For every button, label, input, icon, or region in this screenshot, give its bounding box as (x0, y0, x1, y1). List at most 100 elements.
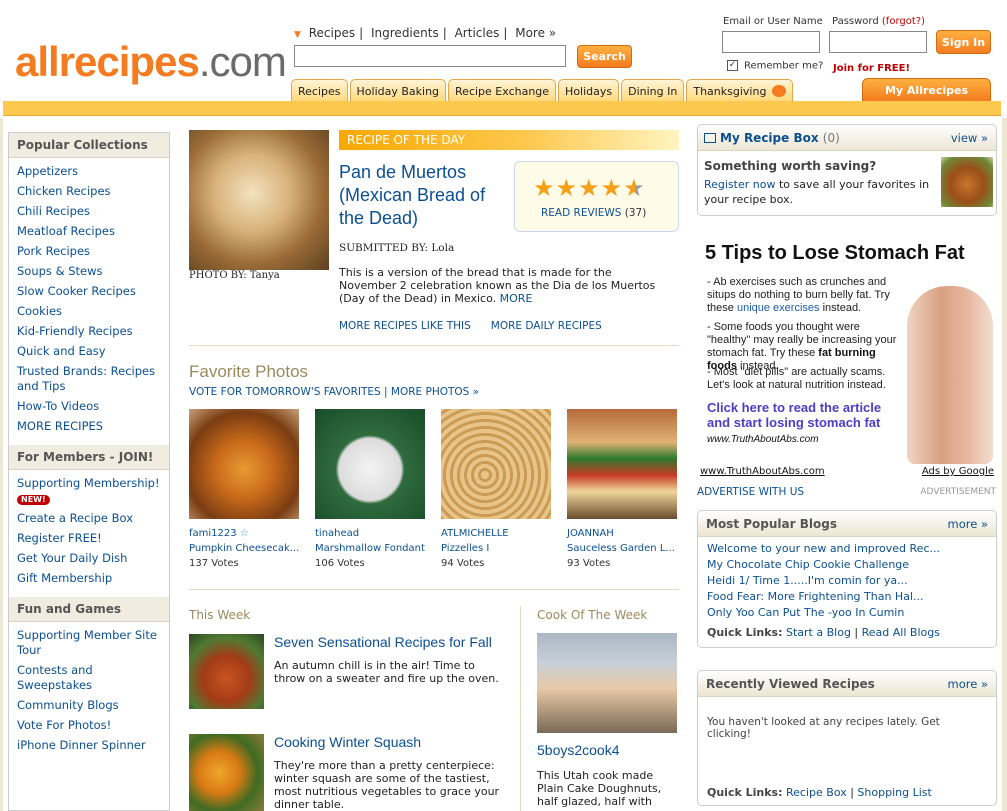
sidebar-item-more-recipes[interactable]: MORE RECIPES (17, 419, 161, 434)
search-tab-recipes[interactable]: Recipes (309, 26, 355, 40)
search-tab-more[interactable]: More » (515, 26, 556, 40)
read-all-blogs-link[interactable]: Read All Blogs (862, 626, 940, 639)
read-reviews-link[interactable]: READ REVIEWS (37) (541, 207, 646, 219)
ads-by-google[interactable]: Ads by Google (922, 466, 994, 477)
article-title-squash[interactable]: Cooking Winter Squash (274, 734, 421, 750)
photo-user-4[interactable]: JOANNAH (567, 526, 687, 541)
recipe-of-day-title[interactable]: Pan de Muertos (Mexican Bread of the Dea… (339, 161, 509, 230)
sidebar-item-chili[interactable]: Chili Recipes (17, 204, 161, 219)
photo-pumpkin-cheesecake[interactable] (189, 409, 299, 519)
blog-item[interactable]: Only Yoo Can Put The -yoo In Cumin (707, 605, 992, 621)
blog-item[interactable]: Heidi 1/ Time 1.....I'm comin for ya... (707, 573, 992, 589)
sidebar-item-kid-friendly[interactable]: Kid-Friendly Recipes (17, 324, 161, 339)
sidebar-item-gift-membership[interactable]: Gift Membership (17, 571, 161, 586)
tab-dining-in[interactable]: Dining In (621, 79, 685, 102)
ad-cta[interactable]: Click here to read the article and start… (707, 400, 907, 430)
sidebar-item-register[interactable]: Register FREE! (17, 531, 161, 546)
blog-item[interactable]: My Chocolate Chip Cookie Challenge (707, 557, 992, 573)
search-button[interactable]: Search (577, 45, 632, 68)
article-image-fall[interactable] (189, 634, 264, 709)
sidebar-item-supporting-membership[interactable]: Supporting Membership! NEW! (17, 476, 161, 506)
cook-of-week-heading: Cook Of The Week (537, 608, 648, 622)
blog-item[interactable]: Welcome to your new and improved Rec... (707, 541, 992, 557)
recipe-of-day-photo[interactable] (189, 130, 329, 270)
photo-sauceless-garden[interactable] (567, 409, 677, 519)
article-title-fall[interactable]: Seven Sensational Recipes for Fall (274, 634, 492, 650)
more-recipes-like-this-link[interactable]: MORE RECIPES LIKE THIS (339, 320, 471, 332)
sidebar-item-soups[interactable]: Soups & Stews (17, 264, 161, 279)
photo-user-1[interactable]: fami1223 ☆ (189, 526, 309, 541)
recent-more-link[interactable]: more » (948, 677, 988, 691)
sidebar-item-community-blogs[interactable]: Community Blogs (17, 698, 161, 713)
my-allrecipes-tab[interactable]: My Allrecipes (862, 78, 991, 102)
sidebar-item-appetizers[interactable]: Appetizers (17, 164, 161, 179)
sidebar-item-cookies[interactable]: Cookies (17, 304, 161, 319)
sidebar-item-pork[interactable]: Pork Recipes (17, 244, 161, 259)
more-photos-link[interactable]: MORE PHOTOS » (391, 386, 479, 398)
sidebar-item-contests[interactable]: Contests and Sweepstakes (17, 663, 161, 693)
sidebar-item-slow-cooker[interactable]: Slow Cooker Recipes (17, 284, 161, 299)
start-blog-link[interactable]: Start a Blog (786, 626, 851, 639)
cook-of-week-name[interactable]: 5boys2cook4 (537, 742, 620, 758)
photo-recipe-1[interactable]: Pumpkin Cheesecak... (189, 541, 309, 556)
sign-in-button[interactable]: Sign In (936, 30, 991, 54)
remember-me[interactable]: ✓ Remember me? (727, 60, 823, 72)
logo-text: allrecipes (15, 38, 200, 85)
shopping-list-link[interactable]: Shopping List (857, 786, 931, 799)
site-logo[interactable]: allrecipes.com (15, 38, 287, 86)
more-daily-recipes-link[interactable]: MORE DAILY RECIPES (491, 320, 602, 332)
sidebar-item-how-to-videos[interactable]: How-To Videos (17, 399, 161, 414)
sidebar-item-create-recipe-box[interactable]: Create a Recipe Box (17, 511, 161, 526)
advertise-link[interactable]: ADVERTISE WITH US (697, 486, 804, 498)
sidebar-item-site-tour[interactable]: Supporting Member Site Tour (17, 628, 161, 658)
article-image-squash[interactable] (189, 734, 264, 811)
more-link[interactable]: MORE (500, 292, 533, 305)
email-field[interactable] (722, 31, 820, 53)
photo-recipe-3[interactable]: Pizzelles I (441, 541, 561, 556)
sidebar-item-trusted-brands[interactable]: Trusted Brands: Recipes and Tips (17, 364, 161, 394)
sidebar-item-meatloaf[interactable]: Meatloaf Recipes (17, 224, 161, 239)
recent-recipes-panel: Recently Viewed Recipes more » You haven'… (697, 670, 997, 806)
tab-recipe-exchange[interactable]: Recipe Exchange (448, 79, 557, 102)
photo-marshmallow-fondant[interactable] (315, 409, 425, 519)
photo-recipe-4[interactable]: Sauceless Garden L... (567, 541, 687, 556)
remember-checkbox[interactable]: ✓ (727, 60, 738, 71)
sidebar-item-quick-easy[interactable]: Quick and Easy (17, 344, 161, 359)
recipe-box-link[interactable]: Recipe Box (786, 786, 847, 799)
advertisement[interactable]: 5 Tips to Lose Stomach Fat - Ab exercise… (697, 236, 997, 482)
join-link[interactable]: Join for FREE! (833, 63, 910, 74)
photo-user-3[interactable]: ATLMICHELLE (441, 526, 561, 541)
photo-recipe-2[interactable]: Marshmallow Fondant (315, 541, 435, 556)
ad-title[interactable]: 5 Tips to Lose Stomach Fat (705, 242, 965, 265)
sidebar-item-chicken[interactable]: Chicken Recipes (17, 184, 161, 199)
review-count: (37) (624, 207, 647, 219)
vote-favorites-link[interactable]: VOTE FOR TOMORROW'S FAVORITES (189, 386, 381, 398)
blogs-title: Most Popular Blogs (706, 517, 837, 531)
recipe-description-text: This is a version of the bread that is m… (339, 266, 656, 305)
tab-recipes[interactable]: Recipes (291, 79, 348, 102)
recipe-box-view-link[interactable]: view » (951, 131, 988, 145)
forgot-link[interactable]: (forgot?) (882, 16, 925, 27)
ad-footer-url[interactable]: www.TruthAboutAbs.com (700, 466, 825, 477)
search-input[interactable] (294, 45, 566, 67)
blog-item[interactable]: Food Fear: More Frightening Than Hal... (707, 589, 992, 605)
article-desc-squash: They're more than a pretty centerpiece: … (274, 759, 500, 811)
ad-tip-1-link[interactable]: unique exercises (737, 302, 820, 314)
cook-of-week-photo[interactable] (537, 633, 677, 733)
password-field[interactable] (829, 31, 927, 53)
search-tab-articles[interactable]: Articles (455, 26, 500, 40)
register-now-link[interactable]: Register now (704, 178, 775, 191)
password-label: Password (832, 16, 879, 27)
photo-user-2[interactable]: tinahead (315, 526, 435, 541)
tab-holidays[interactable]: Holidays (558, 79, 620, 102)
blogs-more-link[interactable]: more » (948, 517, 988, 531)
recipe-box-title[interactable]: My Recipe Box (720, 131, 819, 145)
sidebar-item-daily-dish[interactable]: Get Your Daily Dish (17, 551, 161, 566)
tab-thanksgiving[interactable]: Thanksgiving (686, 79, 794, 102)
sidebar-item-iphone-spinner[interactable]: iPhone Dinner Spinner (17, 738, 161, 753)
sidebar-item-vote-photos[interactable]: Vote For Photos! (17, 718, 161, 733)
photo-pizzelles[interactable] (441, 409, 551, 519)
blogs-panel: Most Popular Blogs more » Welcome to your… (697, 510, 997, 648)
tab-holiday-baking[interactable]: Holiday Baking (349, 79, 447, 102)
search-tab-ingredients[interactable]: Ingredients (371, 26, 439, 40)
